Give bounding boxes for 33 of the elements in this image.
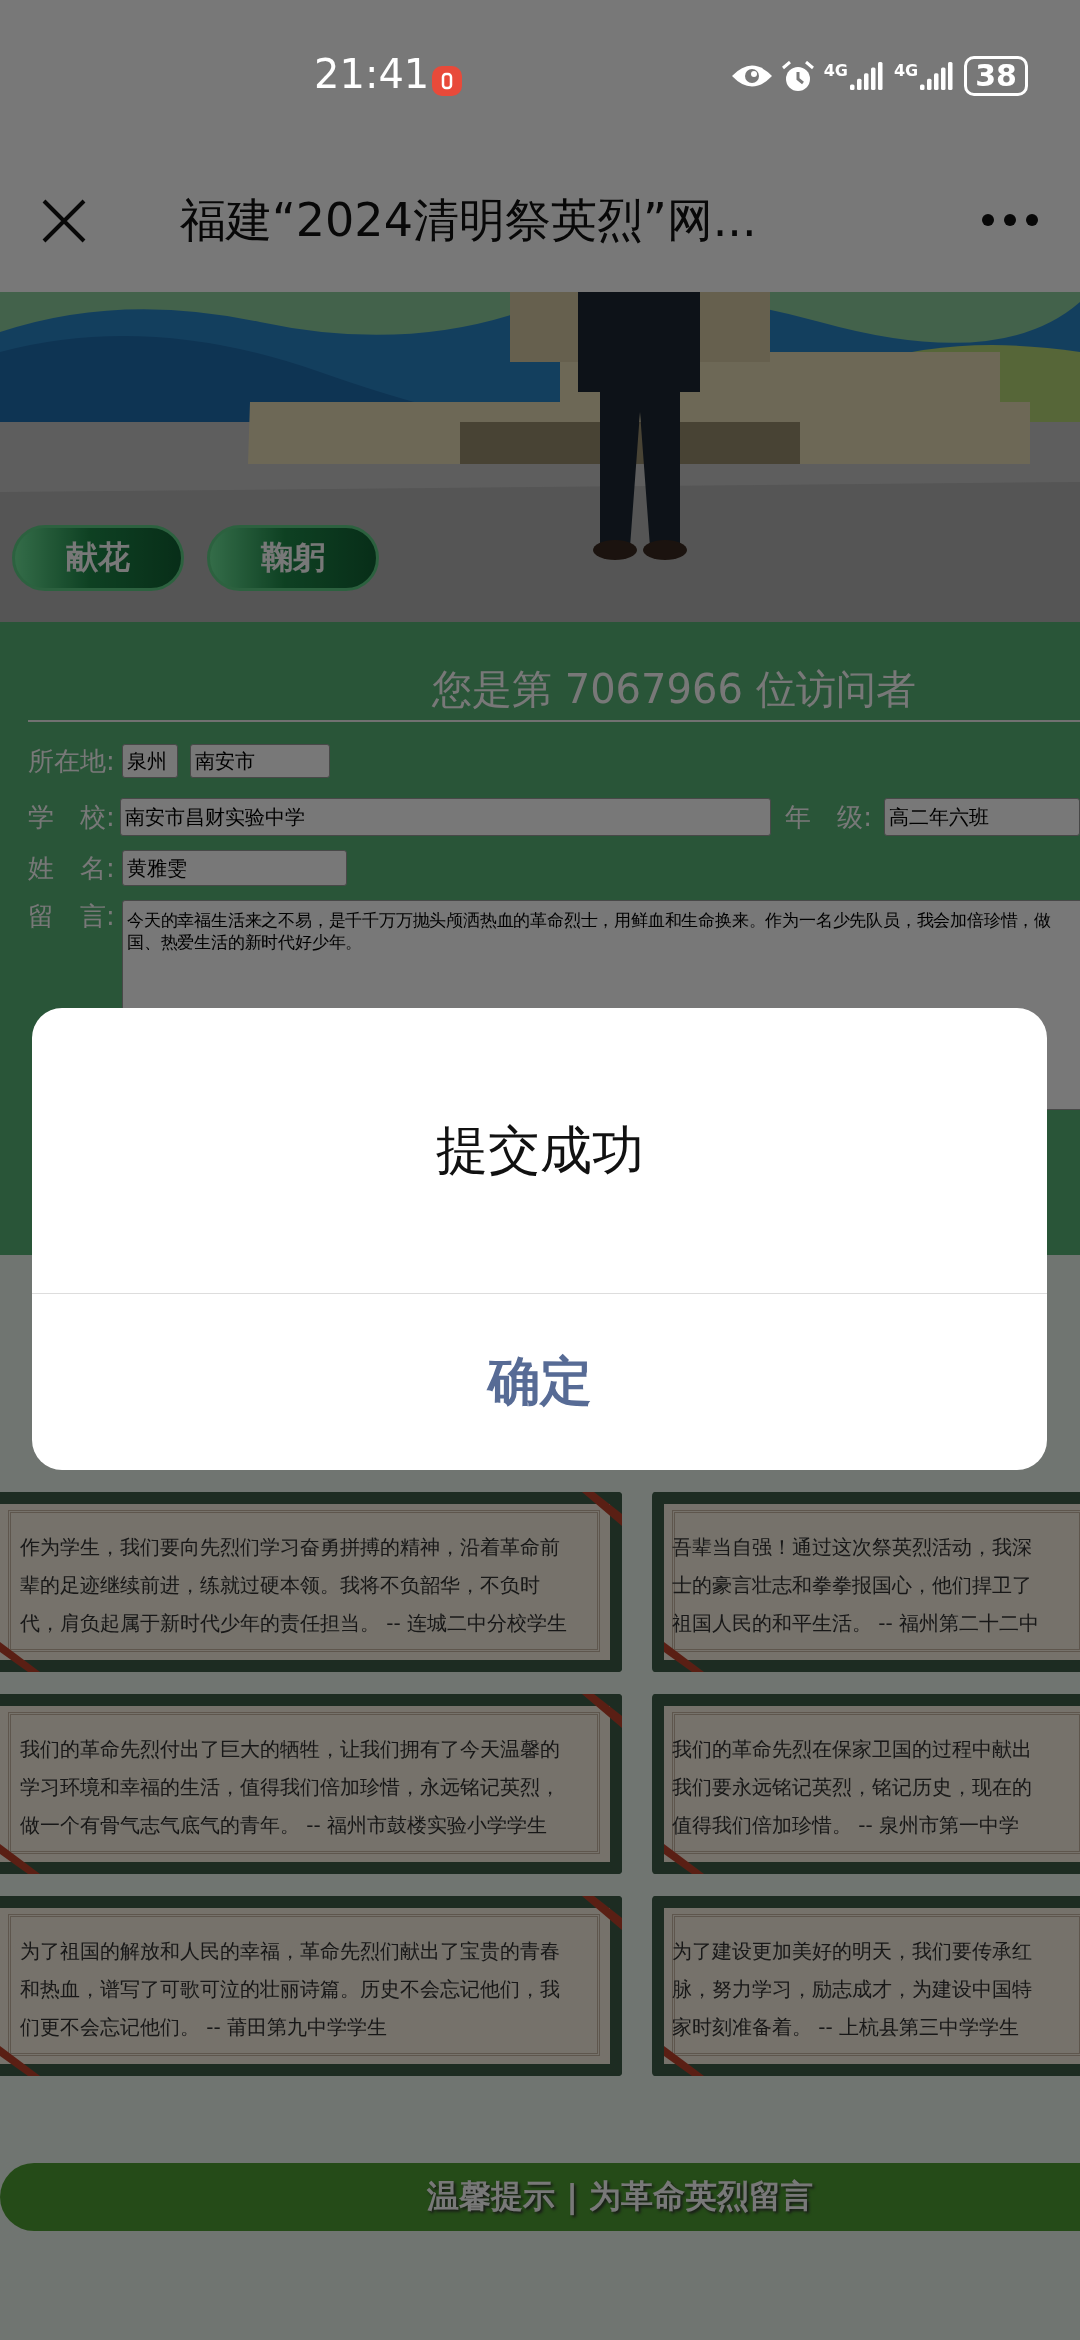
name-field[interactable]: 黄雅雯 [122, 850, 347, 886]
field-label: 学 校: [28, 801, 116, 833]
message-text: 作为学生，我们要向先烈们学习奋勇拼搏的精神，沿着革命前 辈的足迹继续前进，练就过硬本领。我将不负韶华，不负时 代，肩负起属于新时代少年的责任担当。 -- 连城二中分校学生 [20, 1534, 568, 1637]
field-label: 所在地: [28, 745, 116, 777]
alarm-icon [781, 60, 814, 92]
field-label: 留 言: [28, 900, 116, 932]
notification-icon [432, 66, 462, 96]
field-label: 年 级: [785, 801, 872, 833]
grade-field[interactable]: 高二年六班 [884, 798, 1080, 836]
city-dropdown[interactable]: 南安市 [190, 744, 330, 778]
field-label: 姓 名: [28, 852, 116, 884]
message-text: 吾辈当自强！通过这次祭英烈活动，我深 士的豪言壮志和拳拳报国心，他们捍卫了 祖国人民的和平生活。 -- 福州第二十二中 [672, 1534, 1040, 1637]
network-label: 4G [894, 62, 919, 80]
tip-banner: 温馨提示 | 为革命英烈留言 [0, 2163, 1080, 2231]
page-title: 福建“2024清明祭英烈”网... [180, 192, 757, 249]
message-text: 我们的革命先烈在保家卫国的过程中献出 我们要永远铭记英烈，铭记历史，现在的 值得我们倍加珍惜。 -- 泉州市第一中学 [672, 1736, 1032, 1839]
signal-icon [920, 62, 955, 90]
province-dropdown[interactable]: 泉州 [122, 744, 178, 778]
signal-icon [850, 62, 884, 90]
visitor-counter: 您是第 7067966 位访问者 [432, 666, 916, 712]
school-field[interactable]: 南安市昌财实验中学 [120, 798, 772, 836]
eye-icon [731, 64, 772, 88]
network-label: 4G [823, 62, 848, 80]
message-text: 我们的革命先烈付出了巨大的牺牲，让我们拥有了今天温馨的 学习环境和幸福的生活，值得我们倍加珍惜，永远铭记英烈， 做一个有骨气志气底气的青年。 -- 福州市鼓楼实验小学学生 [20, 1736, 560, 1839]
dialog-title: 提交成功 [435, 1118, 644, 1182]
battery-level: 38 [964, 56, 1028, 96]
clock: 21:41 [314, 50, 430, 98]
confirm-button[interactable]: 确定 [32, 1293, 1047, 1470]
message-text: 为了祖国的解放和人民的幸福，革命先烈们献出了宝贵的青春 和热血，谱写了可歌可泣的壮丽诗篇。历史不会忘记他们，我 们更不会忘记他们。 -- 莆田第九中学学生 [20, 1938, 560, 2041]
message-text: 为了建设更加美好的明天，我们要传承红 脉，努力学习，励志成才，为建设中国特 家时刻准备着。 -- 上杭县第三中学学生 [672, 1938, 1032, 2041]
close-icon[interactable] [40, 197, 88, 245]
action-button[interactable]: 鞠躬 [207, 525, 379, 591]
action-button[interactable]: 献花 [12, 525, 184, 591]
